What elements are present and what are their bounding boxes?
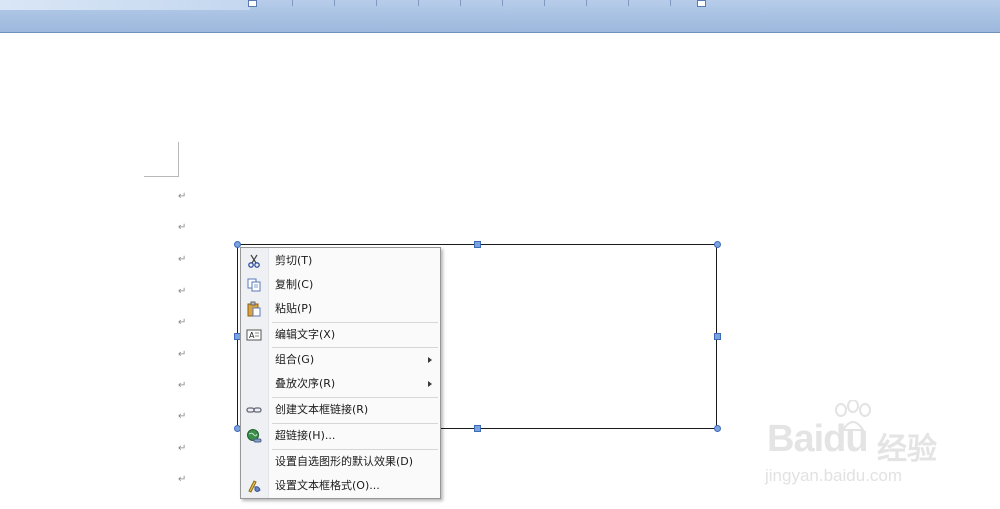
resize-handle-right[interactable] [714, 333, 721, 340]
menu-item-hyperlink[interactable]: 超链接(H)... [241, 424, 440, 448]
paragraph-mark: ↵ [178, 474, 187, 485]
menu-item-order[interactable]: 叠放次序(R) [241, 372, 440, 396]
format-textbox-icon [246, 478, 262, 494]
menu-item-set-default-shape[interactable]: 设置自选图形的默认效果(D) [241, 450, 440, 474]
page-margin-corner-vertical [178, 142, 179, 177]
menu-item-copy[interactable]: 复制(C) [241, 273, 440, 297]
menu-item-format-textbox[interactable]: 设置文本框格式(O)... [241, 474, 440, 498]
right-indent-marker[interactable] [697, 0, 706, 7]
resize-handle-top[interactable] [474, 241, 481, 248]
menu-item-edit-text[interactable]: A 编辑文字(X) [241, 323, 440, 347]
context-menu: 剪切(T) 复制(C) 粘贴(P) A 编辑文字(X) 组合(G) 叠放次序(R… [240, 247, 441, 499]
menu-item-label: 编辑文字(X) [275, 328, 336, 341]
horizontal-ruler[interactable] [0, 0, 1000, 33]
paragraph-mark: ↵ [178, 222, 187, 233]
resize-handle-bottom[interactable] [474, 425, 481, 432]
watermark-brand: Baidu [767, 418, 869, 460]
ruler-margin-area [0, 0, 250, 10]
baidu-jingyan-watermark: Baidu 经验 jingyan.baidu.com [757, 400, 997, 505]
menu-item-group[interactable]: 组合(G) [241, 348, 440, 372]
scissors-icon [246, 253, 262, 269]
svg-text:A: A [249, 331, 255, 340]
edit-text-icon: A [246, 327, 262, 343]
submenu-arrow-icon [428, 357, 432, 363]
watermark-url: jingyan.baidu.com [765, 466, 903, 485]
menu-item-label: 复制(C) [275, 278, 314, 291]
paragraph-mark: ↵ [178, 443, 187, 454]
paragraph-mark: ↵ [178, 286, 187, 297]
resize-handle-top-right[interactable] [714, 241, 721, 248]
paragraph-mark: ↵ [178, 191, 187, 202]
menu-item-label: 超链接(H)... [275, 429, 336, 442]
paste-icon [246, 301, 262, 317]
watermark-jingyan: 经验 [877, 432, 937, 467]
hyperlink-globe-icon [246, 428, 262, 444]
link-chain-icon [246, 402, 262, 418]
menu-item-label: 粘贴(P) [275, 302, 313, 315]
resize-handle-bottom-right[interactable] [714, 425, 721, 432]
page-margin-corner-horizontal [144, 176, 179, 177]
menu-item-label: 创建文本框链接(R) [275, 403, 369, 416]
menu-item-label: 设置自选图形的默认效果(D) [275, 455, 414, 468]
copy-icon [246, 277, 262, 293]
menu-item-label: 组合(G) [275, 353, 315, 366]
ruler-ticks [250, 0, 710, 6]
left-indent-marker[interactable] [248, 0, 257, 7]
menu-item-create-textbox-link[interactable]: 创建文本框链接(R) [241, 398, 440, 422]
menu-item-cut[interactable]: 剪切(T) [241, 249, 440, 273]
menu-item-paste[interactable]: 粘贴(P) [241, 297, 440, 321]
paragraph-mark: ↵ [178, 411, 187, 422]
paragraph-mark: ↵ [178, 317, 187, 328]
menu-item-label: 设置文本框格式(O)... [275, 479, 380, 492]
menu-item-label: 叠放次序(R) [275, 377, 336, 390]
paragraph-mark: ↵ [178, 254, 187, 265]
paragraph-mark: ↵ [178, 349, 187, 360]
submenu-arrow-icon [428, 381, 432, 387]
paragraph-mark: ↵ [178, 380, 187, 391]
menu-item-label: 剪切(T) [275, 254, 313, 267]
